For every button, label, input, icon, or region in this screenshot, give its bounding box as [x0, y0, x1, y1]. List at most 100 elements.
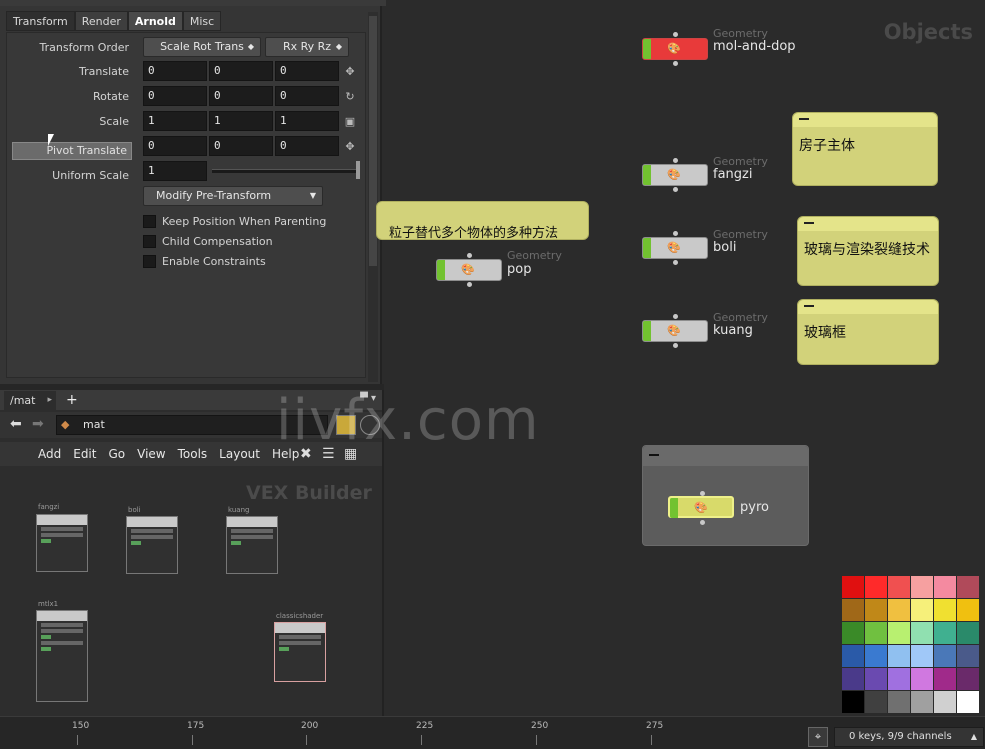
node-mol-and-dop[interactable]: 🎨	[642, 32, 708, 66]
translate-x-field[interactable]: 0	[143, 61, 207, 81]
color-swatch[interactable]	[865, 645, 887, 667]
color-swatch[interactable]	[934, 599, 956, 621]
menu-layout[interactable]: Layout	[219, 442, 260, 466]
scale-y-field[interactable]: 1	[209, 111, 273, 131]
color-swatch[interactable]	[888, 645, 910, 667]
color-swatch[interactable]	[911, 691, 933, 713]
color-swatch[interactable]	[934, 691, 956, 713]
color-swatch[interactable]	[842, 622, 864, 644]
color-swatch[interactable]	[842, 576, 864, 598]
color-swatch[interactable]	[957, 599, 979, 621]
sticky-note-pop[interactable]: 粒子替代多个物体的多种方法	[376, 201, 589, 241]
color-swatch[interactable]	[888, 599, 910, 621]
vex-node-boli[interactable]	[126, 516, 178, 574]
color-swatch[interactable]	[911, 622, 933, 644]
modify-pre-transform-dropdown[interactable]: Modify Pre-Transform ▼	[143, 186, 323, 206]
menu-go[interactable]: Go	[108, 442, 125, 466]
color-swatch[interactable]	[842, 691, 864, 713]
pivot-handle-icon[interactable]: ✥	[343, 140, 357, 154]
collapse-icon[interactable]	[804, 305, 814, 307]
pivot-x-field[interactable]: 0	[143, 136, 207, 156]
translate-y-field[interactable]: 0	[209, 61, 273, 81]
node-boli[interactable]: 🎨	[642, 231, 708, 265]
child-compensation-checkbox[interactable]	[143, 235, 156, 248]
color-swatch[interactable]	[934, 622, 956, 644]
color-swatch[interactable]	[888, 622, 910, 644]
object-network-view[interactable]: Objects 🎨 Geometry mol-and-dop 🎨 Geometr…	[376, 0, 985, 716]
scale-x-field[interactable]: 1	[143, 111, 207, 131]
color-swatch[interactable]	[957, 668, 979, 690]
color-swatch[interactable]	[957, 622, 979, 644]
tab-arnold[interactable]: Arnold	[127, 11, 183, 31]
vex-node-kuang[interactable]	[226, 516, 278, 574]
color-swatch[interactable]	[934, 668, 956, 690]
tab-mat[interactable]: /mat ▸	[4, 391, 56, 410]
color-swatch[interactable]	[957, 576, 979, 598]
forward-arrow-icon[interactable]: ➡	[32, 416, 44, 432]
color-swatch[interactable]	[888, 691, 910, 713]
menu-edit[interactable]: Edit	[73, 442, 96, 466]
rotate-z-field[interactable]: 0	[275, 86, 339, 106]
menu-add[interactable]: Add	[38, 442, 61, 466]
color-swatch[interactable]	[934, 645, 956, 667]
vex-node-classicshader[interactable]	[274, 622, 326, 682]
collapse-icon[interactable]	[804, 222, 814, 224]
collapse-icon[interactable]	[649, 454, 659, 456]
menu-view[interactable]: View	[137, 442, 165, 466]
rotate-y-field[interactable]: 0	[209, 86, 273, 106]
node-pop[interactable]: 🎨	[436, 253, 502, 287]
color-swatch[interactable]	[865, 668, 887, 690]
rotate-order-dropdown[interactable]: Rx Ry Rz ◆	[265, 37, 349, 57]
color-swatch[interactable]	[842, 668, 864, 690]
rotate-x-field[interactable]: 0	[143, 86, 207, 106]
scale-handle-icon[interactable]: ▣	[343, 115, 357, 129]
color-swatch[interactable]	[842, 599, 864, 621]
color-swatch[interactable]	[842, 645, 864, 667]
color-swatch[interactable]	[911, 668, 933, 690]
sticky-note-boli[interactable]: 玻璃与渲染裂缝技术	[797, 216, 939, 286]
pivot-y-field[interactable]: 0	[209, 136, 273, 156]
vex-node-mtlx1[interactable]	[36, 610, 88, 702]
scale-z-field[interactable]: 1	[275, 111, 339, 131]
color-swatch[interactable]	[934, 576, 956, 598]
color-swatch[interactable]	[865, 691, 887, 713]
color-swatch[interactable]	[888, 668, 910, 690]
uniform-scale-slider[interactable]	[212, 169, 356, 173]
tab-menu-icon[interactable]: ▸	[47, 391, 52, 410]
translate-handle-icon[interactable]: ✥	[343, 65, 357, 79]
node-kuang[interactable]: 🎨	[642, 314, 708, 348]
node-fangzi[interactable]: 🎨	[642, 158, 708, 192]
vex-node-fangzi[interactable]	[36, 514, 88, 572]
transform-order-dropdown[interactable]: Scale Rot Trans ◆	[143, 37, 261, 57]
pivot-translate-button[interactable]: Pivot Translate	[12, 142, 132, 160]
keep-position-checkbox[interactable]	[143, 215, 156, 228]
pivot-z-field[interactable]: 0	[275, 136, 339, 156]
color-swatch[interactable]	[865, 622, 887, 644]
add-tab-icon[interactable]: +	[66, 390, 78, 410]
tab-transform[interactable]: Transform	[6, 11, 75, 31]
channel-status[interactable]: 0 keys, 9/9 channels ▲	[834, 727, 984, 747]
color-swatch[interactable]	[911, 599, 933, 621]
color-swatch[interactable]	[911, 645, 933, 667]
node-pyro[interactable]: 🎨	[668, 491, 734, 525]
rotate-handle-icon[interactable]: ↻	[343, 90, 357, 104]
sticky-note-fangzi[interactable]: 房子主体	[792, 112, 938, 186]
sticky-note-kuang[interactable]: 玻璃框	[797, 299, 939, 365]
color-swatch[interactable]	[865, 599, 887, 621]
timeline[interactable]: 150 175 200 225 250 275 ⌖ 0 keys, 9/9 ch…	[0, 716, 985, 749]
color-swatch[interactable]	[888, 576, 910, 598]
menu-tools[interactable]: Tools	[178, 442, 208, 466]
parameter-scrollbar[interactable]	[368, 12, 378, 382]
uniform-scale-field[interactable]: 1	[143, 161, 207, 181]
color-swatch[interactable]	[957, 645, 979, 667]
color-swatch[interactable]	[865, 576, 887, 598]
tab-misc[interactable]: Misc	[182, 11, 222, 31]
color-swatch[interactable]	[911, 576, 933, 598]
keyframe-icon[interactable]: ⌖	[808, 727, 828, 747]
uniform-scale-slider-knob[interactable]	[356, 161, 360, 179]
enable-constraints-checkbox[interactable]	[143, 255, 156, 268]
back-arrow-icon[interactable]: ⬅	[10, 416, 22, 432]
collapse-icon[interactable]	[799, 118, 809, 120]
tab-render[interactable]: Render	[74, 11, 128, 31]
translate-z-field[interactable]: 0	[275, 61, 339, 81]
